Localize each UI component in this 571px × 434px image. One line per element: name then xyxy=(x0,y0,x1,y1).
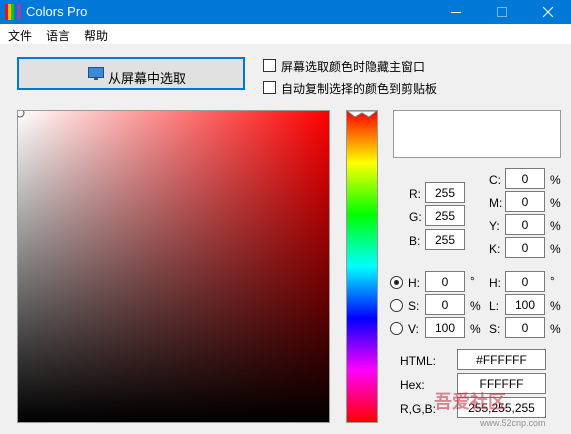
r-label: R: xyxy=(409,187,421,201)
hsl-h-unit: ° xyxy=(550,274,555,288)
r-input[interactable] xyxy=(425,182,465,203)
hex-label: Hex: xyxy=(400,378,425,392)
k-unit: % xyxy=(550,242,561,256)
hsv-h-input[interactable] xyxy=(425,271,465,292)
html-code-input[interactable] xyxy=(457,349,546,370)
g-label: G: xyxy=(409,210,422,224)
maximize-icon xyxy=(497,7,507,17)
hsl-s-label: S: xyxy=(489,322,501,336)
watermark-logo: 吾爱社区 xyxy=(434,392,506,412)
hue-slider-handle[interactable] xyxy=(347,111,377,121)
hsv-h-radio[interactable] xyxy=(390,276,403,289)
close-icon xyxy=(542,6,554,18)
y-input[interactable] xyxy=(505,214,545,235)
maximize-button[interactable] xyxy=(479,0,525,24)
k-label: K: xyxy=(489,242,501,256)
menu-bar: 文件 语言 帮助 xyxy=(0,24,571,44)
hsv-v-unit: % xyxy=(470,322,481,336)
hsv-v-radio[interactable] xyxy=(390,322,403,335)
hsv-v-input[interactable] xyxy=(425,317,465,338)
color-spectrum[interactable] xyxy=(17,110,330,423)
m-unit: % xyxy=(550,196,561,210)
app-icon xyxy=(5,4,21,20)
hide-window-checkbox[interactable] xyxy=(263,59,276,72)
menu-help[interactable]: 帮助 xyxy=(84,27,108,44)
hsv-v-label: V: xyxy=(408,322,419,336)
b-label: B: xyxy=(409,234,421,248)
m-input[interactable] xyxy=(505,191,545,212)
pick-from-screen-button[interactable]: 从屏幕中选取 xyxy=(17,57,245,90)
window-title: Colors Pro xyxy=(26,4,88,19)
spectrum-cursor[interactable] xyxy=(18,111,28,121)
k-input[interactable] xyxy=(505,237,545,258)
hsl-h-input[interactable] xyxy=(505,271,545,292)
hsl-h-label: H: xyxy=(489,276,501,290)
b-input[interactable] xyxy=(425,229,465,250)
y-unit: % xyxy=(550,219,561,233)
c-label: C: xyxy=(489,173,501,187)
hsl-l-unit: % xyxy=(550,299,561,313)
pick-from-screen-label: 从屏幕中选取 xyxy=(108,71,187,86)
spectrum-value-layer xyxy=(18,111,329,422)
hsl-s-input[interactable] xyxy=(505,317,545,338)
watermark-url: www.52cnp.com xyxy=(480,418,546,428)
menu-file[interactable]: 文件 xyxy=(8,27,32,44)
minimize-icon xyxy=(451,12,461,13)
hsl-s-unit: % xyxy=(550,322,561,336)
hsv-s-radio[interactable] xyxy=(390,299,403,312)
hsl-l-label: L: xyxy=(489,299,500,313)
rgb-code-label: R,G,B: xyxy=(400,402,437,416)
hue-slider[interactable] xyxy=(346,110,378,423)
hsv-s-unit: % xyxy=(470,299,481,313)
minimize-button[interactable] xyxy=(433,0,479,24)
c-input[interactable] xyxy=(505,168,545,189)
html-label: HTML: xyxy=(400,354,436,368)
color-preview xyxy=(393,110,561,158)
m-label: M: xyxy=(489,196,503,210)
hsl-l-input[interactable] xyxy=(505,294,545,315)
c-unit: % xyxy=(550,173,561,187)
hsv-s-input[interactable] xyxy=(425,294,465,315)
hsv-s-label: S: xyxy=(408,299,420,313)
hide-window-label: 屏幕选取颜色时隐藏主窗口 xyxy=(281,60,426,74)
hsv-h-label: H: xyxy=(408,276,420,290)
y-label: Y: xyxy=(489,219,500,233)
auto-copy-checkbox[interactable] xyxy=(263,81,276,94)
g-input[interactable] xyxy=(425,205,465,226)
auto-copy-label: 自动复制选择的颜色到剪贴板 xyxy=(281,82,438,96)
hsv-h-unit: ° xyxy=(470,274,475,288)
menu-language[interactable]: 语言 xyxy=(46,27,70,44)
title-bar[interactable]: Colors Pro xyxy=(0,0,571,24)
close-button[interactable] xyxy=(525,0,571,24)
monitor-icon xyxy=(88,67,104,80)
